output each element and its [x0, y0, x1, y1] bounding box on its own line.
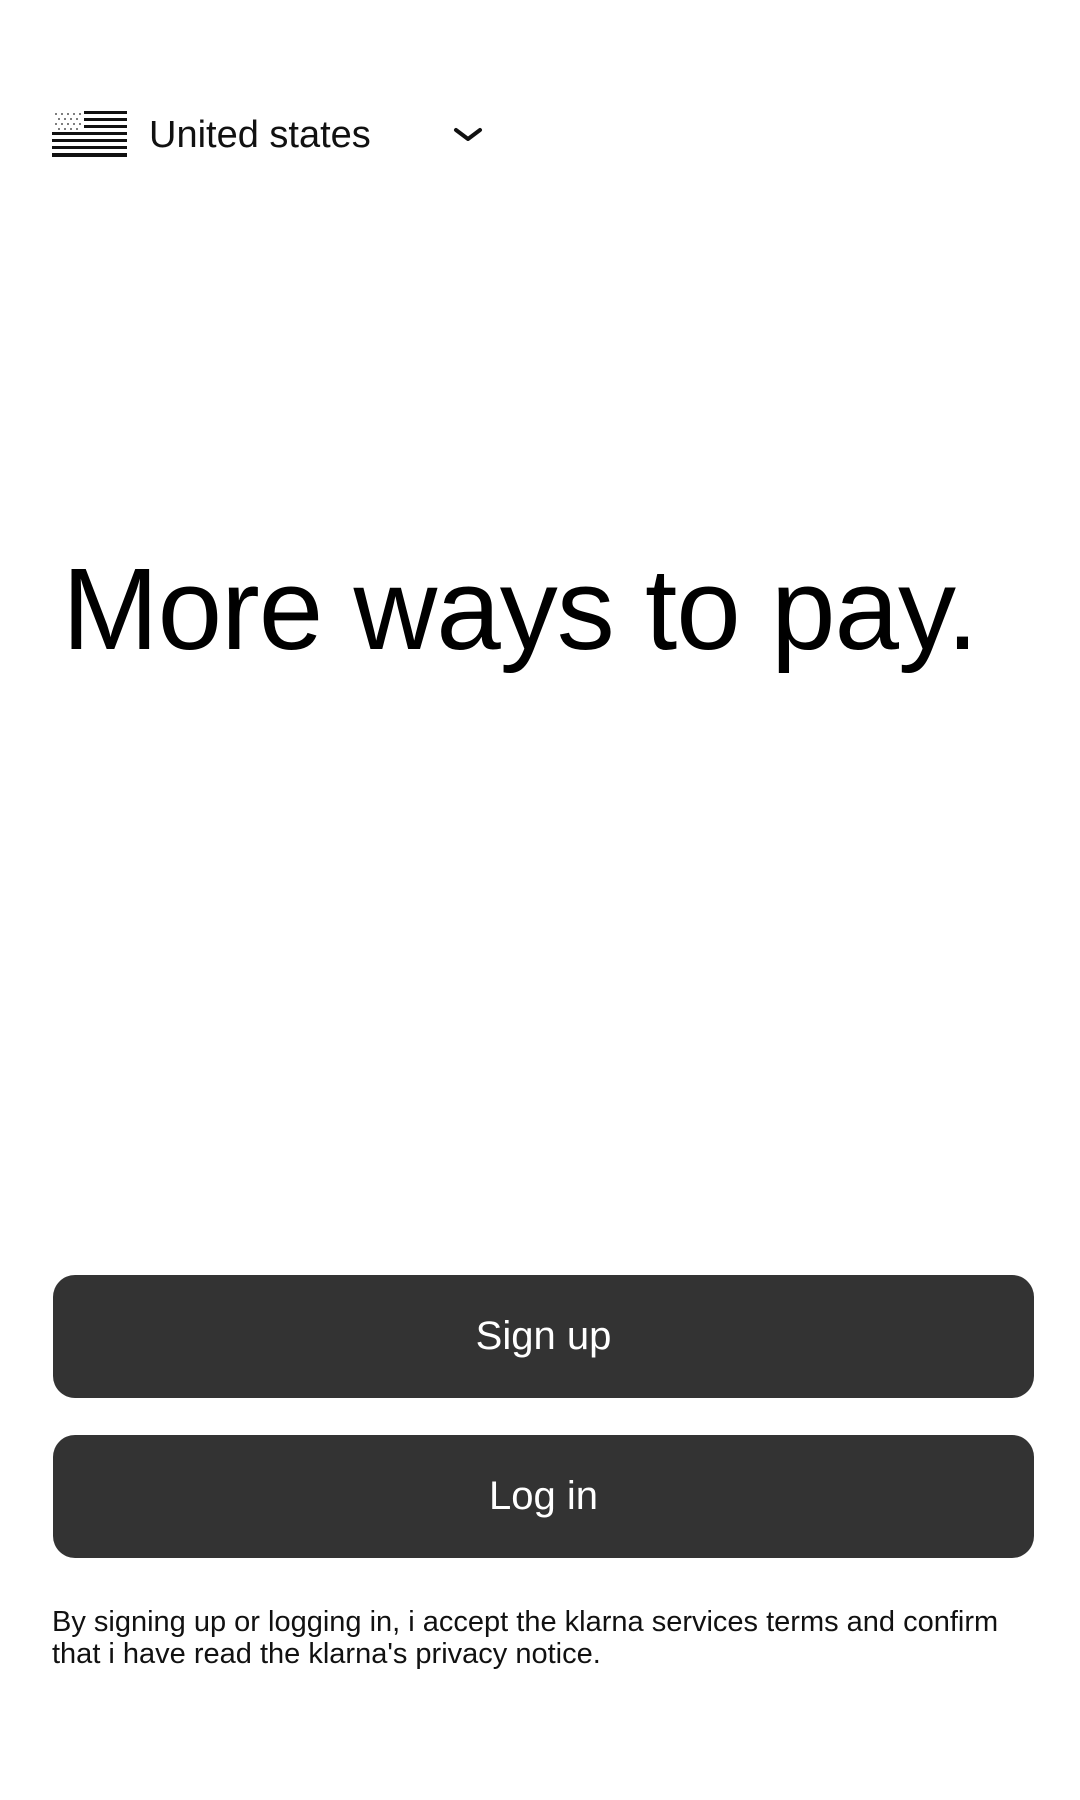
country-selector[interactable]: United states [52, 100, 492, 170]
signup-button[interactable]: Sign up [53, 1275, 1034, 1398]
us-flag-icon [52, 111, 127, 157]
chevron-down-icon[interactable] [452, 122, 484, 146]
legal-notice: By signing up or logging in, i accept th… [52, 1606, 999, 1670]
login-button[interactable]: Log in [53, 1435, 1034, 1558]
country-label: United states [149, 114, 371, 156]
hero-headline: More ways to pay. [62, 544, 979, 674]
